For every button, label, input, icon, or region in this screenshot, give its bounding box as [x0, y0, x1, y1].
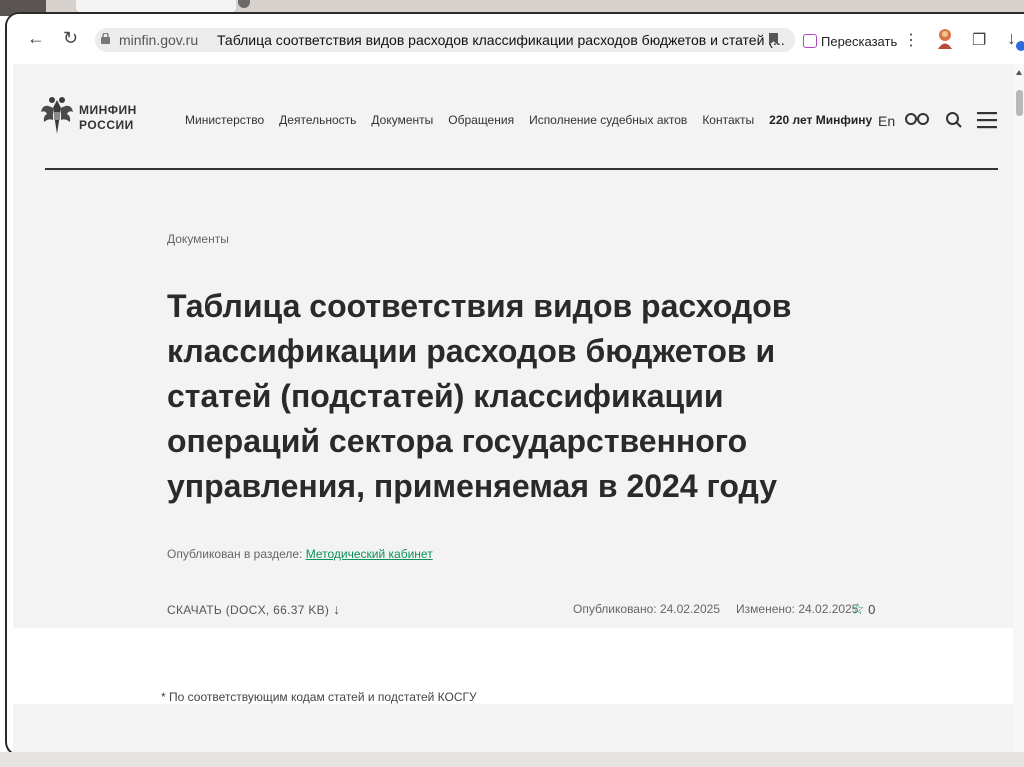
more-menu-icon[interactable]: ⋮	[903, 30, 919, 50]
scrollbar-thumb[interactable]	[1016, 90, 1023, 116]
logo-line-1: МИНФИН	[79, 103, 137, 117]
section-prefix: Опубликован в разделе:	[167, 547, 303, 561]
eagle-emblem-icon[interactable]	[39, 94, 75, 138]
published-date: Опубликовано: 24.02.2025	[573, 602, 721, 616]
accessibility-glasses-icon[interactable]	[904, 112, 930, 126]
nav-item-documents[interactable]: Документы	[371, 113, 433, 127]
address-bar-domain[interactable]: minfin.gov.ru	[95, 28, 209, 52]
address-bar-title[interactable]: Таблица соответствия видов расходов клас…	[209, 28, 795, 52]
nav-item-ministry[interactable]: Министерство	[185, 113, 264, 127]
extensions-icon[interactable]: ❐	[972, 30, 986, 50]
modified-date: Изменено: 24.02.2025	[736, 602, 859, 616]
footnote-text: * По соответствующим кодам статей и подс…	[161, 690, 477, 704]
nav-item-contacts[interactable]: Контакты	[702, 113, 754, 127]
domain-text: minfin.gov.ru	[119, 32, 199, 48]
menu-hamburger-icon[interactable]	[977, 111, 997, 129]
downloads-icon[interactable]: ↓	[1007, 28, 1016, 49]
retell-label: Пересказать	[821, 34, 898, 49]
main-navigation: Министерство Деятельность Документы Обра…	[185, 113, 872, 127]
downloads-badge	[1016, 41, 1024, 51]
breadcrumb[interactable]: Документы	[167, 232, 229, 246]
nav-item-activity[interactable]: Деятельность	[279, 113, 356, 127]
back-arrow-icon[interactable]: ←	[27, 28, 45, 49]
star-icon: ☆	[851, 601, 865, 618]
published-section: Опубликован в разделе: Методический каби…	[167, 547, 433, 561]
section-link[interactable]: Методический кабинет	[306, 547, 433, 561]
header-divider	[45, 168, 998, 170]
lock-icon	[101, 33, 110, 44]
profile-avatar-icon[interactable]	[935, 28, 955, 50]
site-logo-text[interactable]: МИНФИН РОССИИ	[79, 103, 137, 133]
reload-icon[interactable]: ↻	[63, 28, 78, 49]
retell-icon	[803, 34, 817, 48]
window-bottom-strip	[0, 752, 1024, 767]
browser-tab-active[interactable]	[76, 0, 236, 12]
nav-item-appeals[interactable]: Обращения	[448, 113, 514, 127]
page-title: Таблица соответствия видов расходов клас…	[167, 288, 792, 504]
scroll-up-icon[interactable]	[1016, 70, 1022, 75]
document-dates: Опубликовано: 24.02.2025 Изменено: 24.02…	[573, 602, 858, 616]
logo-line-2: РОССИИ	[79, 118, 134, 132]
scrollbar[interactable]	[1013, 64, 1024, 754]
language-switch[interactable]: En	[878, 113, 895, 129]
search-icon[interactable]	[945, 111, 963, 129]
download-arrow-icon: ↓	[333, 601, 341, 617]
browser-window: ← ↻ minfin.gov.ru Таблица соответствия в…	[5, 12, 1024, 756]
download-label: СКАЧАТЬ (DOCX, 66.37 KB)	[167, 603, 330, 617]
browser-toolbar: ← ↻ minfin.gov.ru Таблица соответствия в…	[7, 14, 1024, 64]
retell-button[interactable]: Пересказать	[803, 34, 897, 49]
nav-item-court-acts[interactable]: Исполнение судебных актов	[529, 113, 687, 127]
favorite-button[interactable]: ☆ 0	[851, 600, 875, 618]
favorites-count: 0	[868, 602, 876, 617]
nav-item-anniversary[interactable]: 220 лет Минфину	[769, 113, 872, 127]
download-button[interactable]: СКАЧАТЬ (DOCX, 66.37 KB) ↓	[167, 601, 341, 617]
